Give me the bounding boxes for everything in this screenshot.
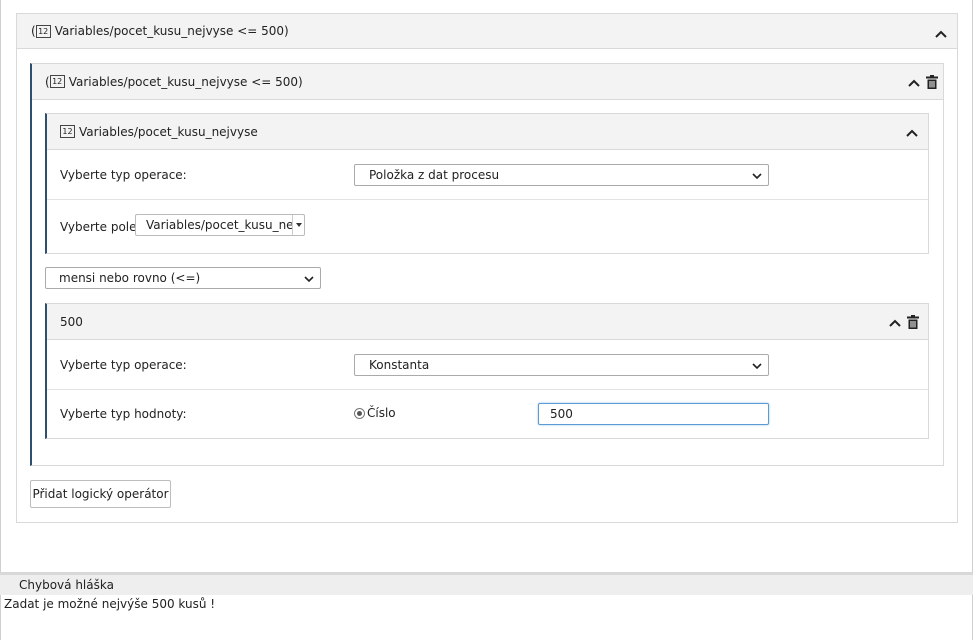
constant-value-text: 500 [550, 407, 573, 421]
condition-outer-title: ( 12 Variables/pocet_kusu_nejvyse <= 500… [31, 24, 289, 38]
condition-outer-title-text: Variables/pocet_kusu_nejvyse <= 500) [54, 24, 289, 38]
error-panel-title: Chybová hláška [19, 578, 114, 592]
operation-type-label: Vyberte typ operace: [60, 357, 187, 372]
right-operand-title: 500 [60, 314, 83, 329]
operation-type-value: Položka z dat procesu [369, 168, 500, 182]
number-12-icon: 12 [49, 75, 65, 88]
error-panel-header: Chybová hláška [0, 572, 973, 595]
operation-type-select[interactable]: Konstanta [354, 354, 769, 376]
value-type-label: Vyberte typ hodnoty: [60, 407, 187, 421]
chevron-down-icon [752, 173, 762, 180]
chevron-down-icon [304, 276, 314, 283]
field-combobox[interactable]: Variables/pocet_kusu_nej [135, 214, 305, 236]
operation-type-value: Konstanta [369, 358, 430, 372]
left-operand-panel: 12 Variables/pocet_kusu_nejvyse Vyberte … [45, 113, 929, 254]
chevron-up-icon[interactable] [905, 126, 919, 140]
condition-group-header[interactable]: ( 12 Variables/pocet_kusu_nejvyse <= 500… [32, 64, 943, 100]
chevron-up-icon[interactable] [888, 316, 902, 330]
number-radio-option[interactable]: Číslo [354, 406, 396, 420]
right-operand-panel: 500 Vyberte typ operace: Konstanta Vyber… [45, 303, 929, 439]
condition-group-title-text: Variables/pocet_kusu_nejvyse <= 500) [68, 74, 303, 89]
field-label: Vyberte pole: [60, 219, 141, 234]
trash-icon[interactable] [907, 315, 919, 329]
condition-group-panel: ( 12 Variables/pocet_kusu_nejvyse <= 500… [30, 63, 944, 466]
left-operand-header[interactable]: 12 Variables/pocet_kusu_nejvyse [47, 114, 928, 150]
add-logical-operator-label: Přidat logický operátor [32, 487, 169, 501]
number-radio-label: Číslo [367, 406, 396, 420]
value-type-row: Vyberte typ hodnoty: Číslo 500 [47, 390, 928, 438]
right-operand-header[interactable]: 500 [47, 304, 928, 340]
trash-icon[interactable] [926, 75, 938, 89]
number-12-icon: 12 [60, 125, 75, 138]
constant-value-input[interactable]: 500 [538, 403, 769, 425]
chevron-up-icon[interactable] [934, 27, 948, 41]
operation-type-label: Vyberte typ operace: [60, 167, 187, 182]
number-radio[interactable] [354, 407, 365, 419]
condition-outer-panel: ( 12 Variables/pocet_kusu_nejvyse <= 500… [16, 13, 958, 523]
operation-type-row: Vyberte typ operace: Konstanta [47, 340, 928, 390]
add-logical-operator-button[interactable]: Přidat logický operátor [30, 480, 171, 508]
chevron-down-icon [752, 363, 762, 370]
operation-type-select[interactable]: Položka z dat procesu [354, 164, 769, 186]
comparison-operator-value: mensi nebo rovno (<=) [59, 271, 201, 285]
number-12-icon: 12 [35, 24, 51, 38]
operation-type-row: Vyberte typ operace: Položka z dat proce… [47, 150, 928, 200]
condition-outer-header[interactable]: ( 12 Variables/pocet_kusu_nejvyse <= 500… [17, 14, 957, 49]
field-row: Vyberte pole: Variables/pocet_kusu_nej [47, 200, 928, 253]
error-message: Zadat je možné nejvýše 500 kusů ! [4, 597, 216, 611]
left-operand-title: 12 Variables/pocet_kusu_nejvyse [60, 125, 258, 139]
chevron-up-icon[interactable] [907, 76, 921, 90]
condition-group-title: ( 12 Variables/pocet_kusu_nejvyse <= 500… [45, 75, 303, 89]
dropdown-caret-icon[interactable] [292, 215, 304, 235]
left-operand-title-text: Variables/pocet_kusu_nejvyse [79, 124, 258, 139]
field-value: Variables/pocet_kusu_nej [146, 218, 293, 232]
comparison-operator-select[interactable]: mensi nebo rovno (<=) [45, 267, 321, 289]
